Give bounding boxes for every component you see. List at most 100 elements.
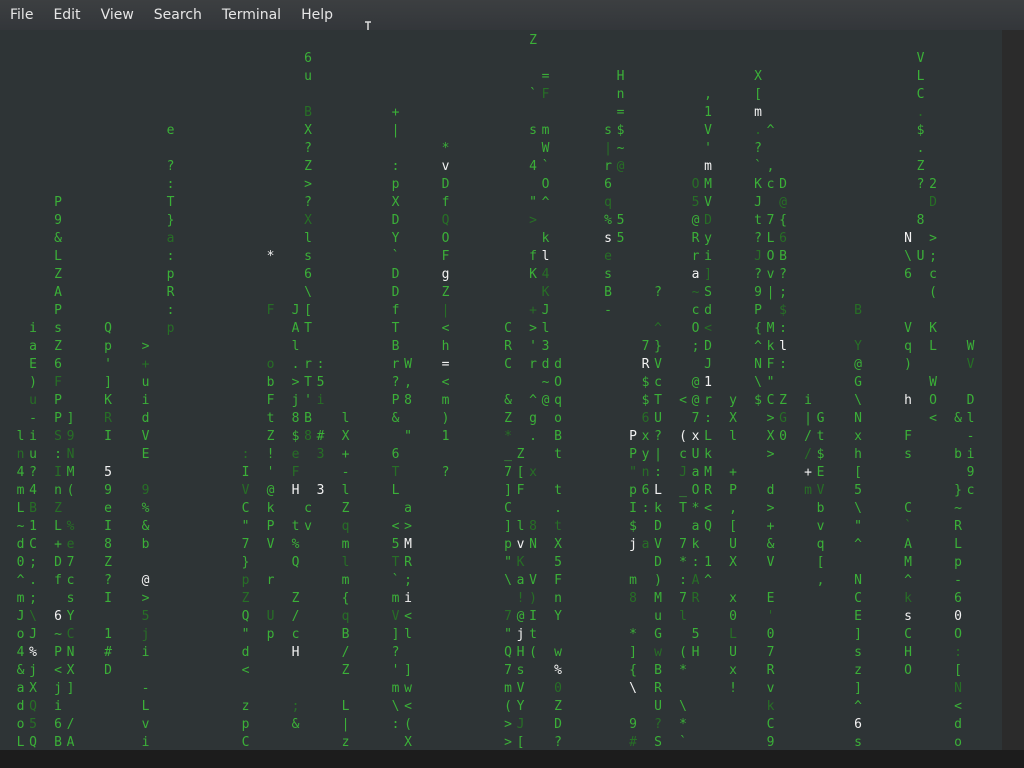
- rain-glyph: 5: [141, 609, 150, 624]
- rain-glyph: B: [391, 339, 400, 354]
- rain-glyph: *: [504, 429, 512, 444]
- rain-glyph: c: [679, 447, 687, 462]
- rain-glyph: (: [529, 645, 537, 660]
- rain-glyph: =: [441, 357, 450, 372]
- rain-glyph: 9: [766, 735, 775, 750]
- terminal-output[interactable]: l n 4 m L ~ d 0 ^ m Jo 4 & a d o Li a E) u - i u? 4 B 1 C;.; \ J% j X Q…: [0, 30, 1002, 750]
- rain-glyph: i: [966, 447, 975, 462]
- rain-glyph: X: [304, 213, 312, 228]
- rain-glyph: %: [66, 519, 75, 534]
- rain-glyph: J: [679, 465, 687, 480]
- rain-glyph: ): [904, 357, 912, 372]
- rain-glyph: Y: [66, 609, 75, 624]
- rain-glyph: 7: [66, 555, 75, 570]
- rain-glyph: *: [679, 555, 687, 570]
- menu-view[interactable]: View: [91, 0, 144, 30]
- rain-glyph: o: [266, 357, 275, 372]
- rain-glyph: ): [654, 573, 662, 588]
- terminal-scrollbar[interactable]: [1002, 30, 1024, 750]
- rain-glyph: T: [304, 375, 312, 390]
- rain-glyph: 4: [529, 159, 537, 174]
- rain-glyph: <: [954, 699, 962, 714]
- rain-glyph: /: [66, 717, 75, 732]
- rain-glyph: S: [704, 285, 712, 300]
- menu-terminal[interactable]: Terminal: [212, 0, 291, 30]
- rain-glyph: .: [916, 105, 925, 120]
- rain-glyph: >: [766, 447, 775, 462]
- rain-glyph: |: [766, 285, 775, 300]
- rain-glyph: J: [541, 303, 550, 318]
- rain-glyph: [: [816, 555, 825, 570]
- rain-glyph: ^: [654, 321, 662, 336]
- rain-glyph: \: [629, 681, 637, 696]
- rain-glyph: p: [391, 177, 400, 192]
- rain-glyph: u: [304, 69, 312, 84]
- rain-glyph: A: [291, 321, 300, 336]
- rain-glyph: ': [704, 141, 712, 156]
- rain-glyph: C: [916, 87, 925, 102]
- rain-glyph: <: [241, 663, 250, 678]
- menu-file[interactable]: File: [0, 0, 43, 30]
- rain-glyph: A: [66, 735, 75, 750]
- rain-glyph: ;: [929, 249, 937, 264]
- rain-glyph: F: [266, 303, 275, 318]
- rain-glyph: &: [504, 393, 512, 408]
- rain-glyph: k: [691, 537, 700, 552]
- rain-glyph: I: [104, 429, 112, 444]
- rain-glyph: O: [554, 375, 562, 390]
- rain-glyph: >: [529, 213, 537, 228]
- rain-glyph: O: [691, 177, 700, 192]
- rain-glyph: :: [641, 501, 650, 516]
- rain-glyph: i: [804, 393, 812, 408]
- rain-glyph: s: [54, 321, 62, 336]
- rain-glyph: F: [554, 573, 562, 588]
- rain-glyph: V: [904, 321, 912, 336]
- menu-help[interactable]: Help: [291, 0, 343, 30]
- rain-glyph: k: [654, 501, 662, 516]
- rain-glyph: A: [691, 573, 700, 588]
- rain-glyph: 9: [966, 465, 975, 480]
- rain-glyph: X: [554, 537, 562, 552]
- rain-glyph: k: [704, 447, 712, 462]
- rain-glyph: N: [854, 573, 862, 588]
- rain-glyph: s: [854, 645, 862, 660]
- rain-glyph: l: [341, 411, 350, 426]
- rain-glyph: `: [904, 519, 912, 534]
- rain-glyph: *: [629, 627, 637, 642]
- rain-glyph: >: [504, 717, 512, 732]
- rain-glyph: C: [766, 393, 775, 408]
- rain-glyph: r: [604, 159, 612, 174]
- menu-edit[interactable]: Edit: [43, 0, 90, 30]
- rain-glyph: ': [529, 339, 537, 354]
- rain-glyph: \: [29, 609, 37, 624]
- rain-glyph: N: [66, 447, 75, 462]
- rain-glyph: P: [629, 429, 637, 444]
- rain-glyph: @: [266, 483, 275, 498]
- menu-search[interactable]: Search: [144, 0, 212, 30]
- rain-glyph: #: [629, 735, 637, 750]
- rain-glyph: v: [766, 267, 775, 282]
- rain-glyph: R: [166, 285, 175, 300]
- rain-glyph: ": [504, 627, 512, 642]
- rain-glyph: U: [691, 447, 700, 462]
- rain-glyph: v: [141, 717, 150, 732]
- rain-glyph: X: [391, 195, 400, 210]
- rain-glyph: >: [929, 231, 937, 246]
- rain-glyph: c: [766, 177, 775, 192]
- rain-glyph: ': [766, 609, 775, 624]
- rain-glyph: 6: [641, 483, 650, 498]
- rain-glyph: P: [629, 447, 637, 462]
- rain-glyph: m: [341, 573, 350, 588]
- rain-glyph: D: [54, 555, 62, 570]
- rain-glyph: (: [504, 699, 512, 714]
- rain-glyph: ?: [391, 645, 400, 660]
- rain-glyph: ": [854, 519, 862, 534]
- rain-glyph: ': [304, 393, 312, 408]
- rain-glyph: a: [404, 501, 412, 516]
- rain-glyph: l: [404, 627, 412, 642]
- rain-glyph: ?: [554, 735, 562, 750]
- rain-glyph: !: [729, 681, 737, 696]
- rain-glyph: 6: [54, 357, 62, 372]
- rain-glyph: >: [766, 501, 775, 516]
- rain-glyph: 1: [104, 627, 112, 642]
